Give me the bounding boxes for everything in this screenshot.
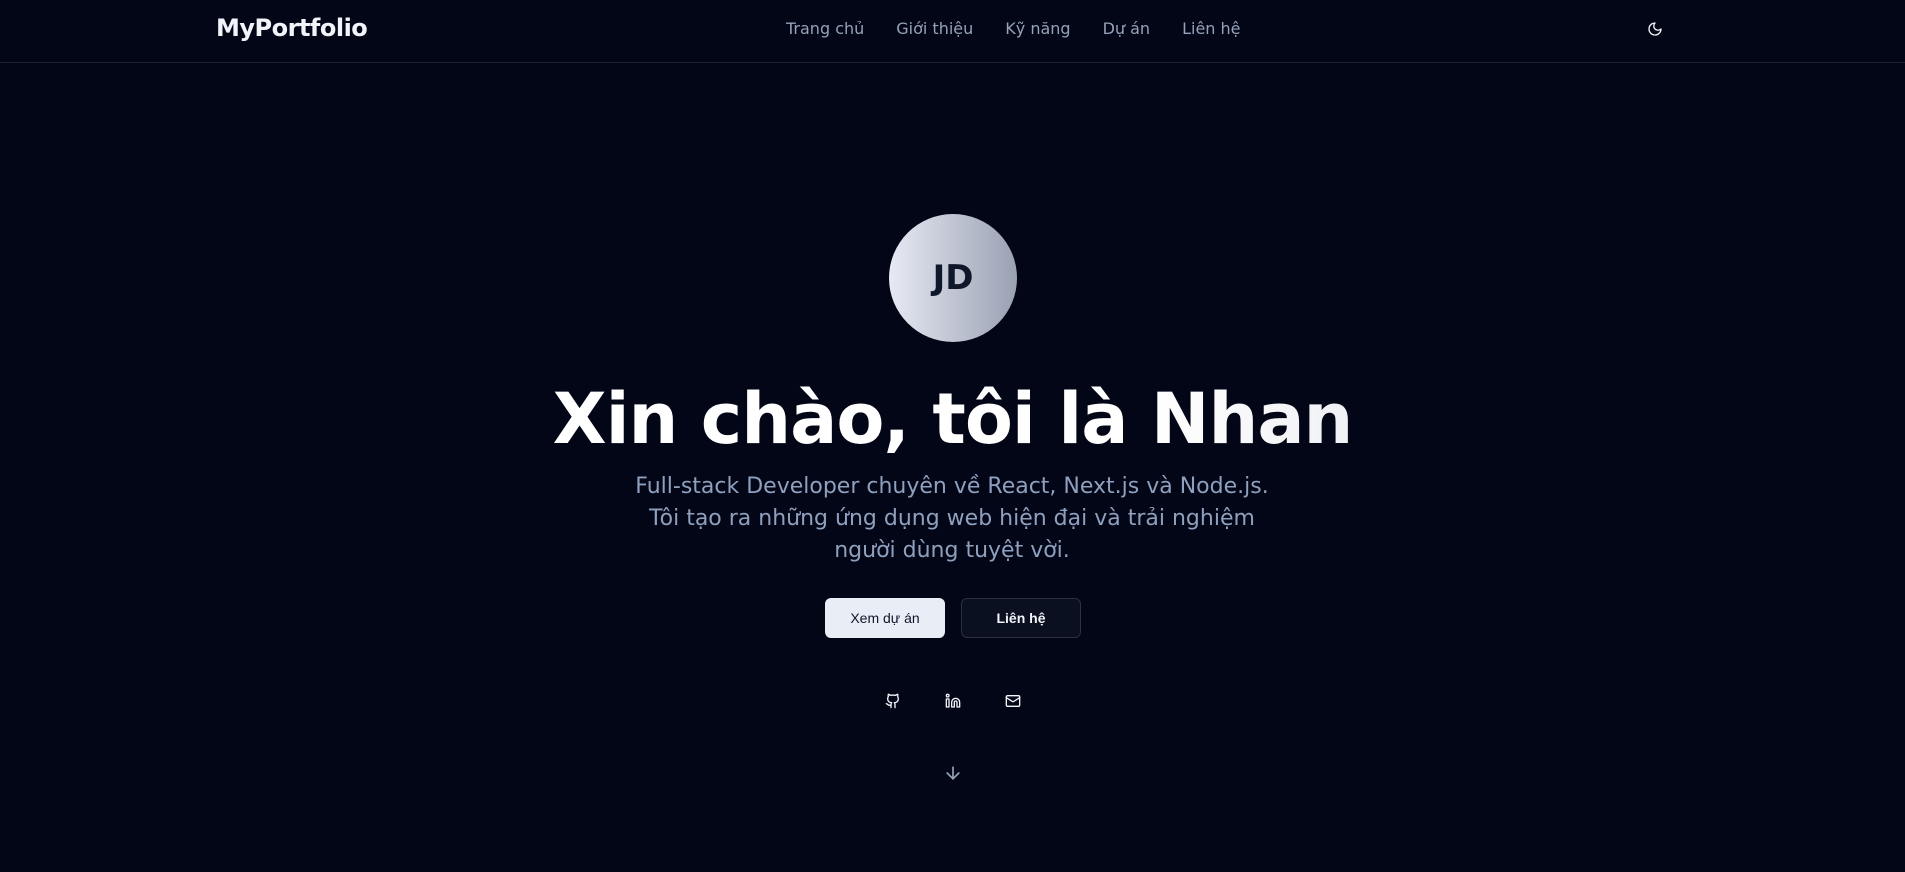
avatar-initials: JD: [932, 258, 974, 298]
hero-subtitle: Full-stack Developer chuyên về React, Ne…: [635, 474, 1269, 563]
moon-icon: [1647, 21, 1663, 37]
nav-link-skills[interactable]: Kỹ năng: [1005, 19, 1070, 38]
nav-links: Trang chủ Giới thiệu Kỹ năng Dự án Liên …: [786, 19, 1241, 38]
nav-link-home[interactable]: Trang chủ: [786, 19, 864, 38]
github-icon: [885, 693, 901, 709]
linkedin-link[interactable]: [941, 689, 965, 713]
nav-link-about[interactable]: Giới thiệu: [896, 19, 973, 38]
hero-section: JD Xin chào, tôi là Nhan Full-stack Deve…: [0, 64, 1905, 872]
view-projects-button[interactable]: Xem dự án: [825, 598, 945, 638]
hero-headline: Xin chào, tôi là Nhan: [0, 374, 1905, 464]
github-link[interactable]: [881, 689, 905, 713]
arrow-down-icon: [943, 763, 963, 783]
mail-icon: [1005, 693, 1021, 709]
nav-link-projects[interactable]: Dự án: [1103, 19, 1151, 38]
theme-toggle-button[interactable]: [1644, 18, 1666, 40]
contact-button[interactable]: Liên hệ: [961, 598, 1081, 638]
email-link[interactable]: [1001, 689, 1025, 713]
nav-link-contact[interactable]: Liên hệ: [1182, 19, 1240, 38]
linkedin-icon: [945, 693, 961, 709]
brand-logo[interactable]: MyPortfolio: [216, 14, 368, 42]
navbar: MyPortfolio Trang chủ Giới thiệu Kỹ năng…: [0, 0, 1905, 63]
avatar: JD: [889, 214, 1017, 342]
scroll-down-button[interactable]: [942, 762, 964, 784]
